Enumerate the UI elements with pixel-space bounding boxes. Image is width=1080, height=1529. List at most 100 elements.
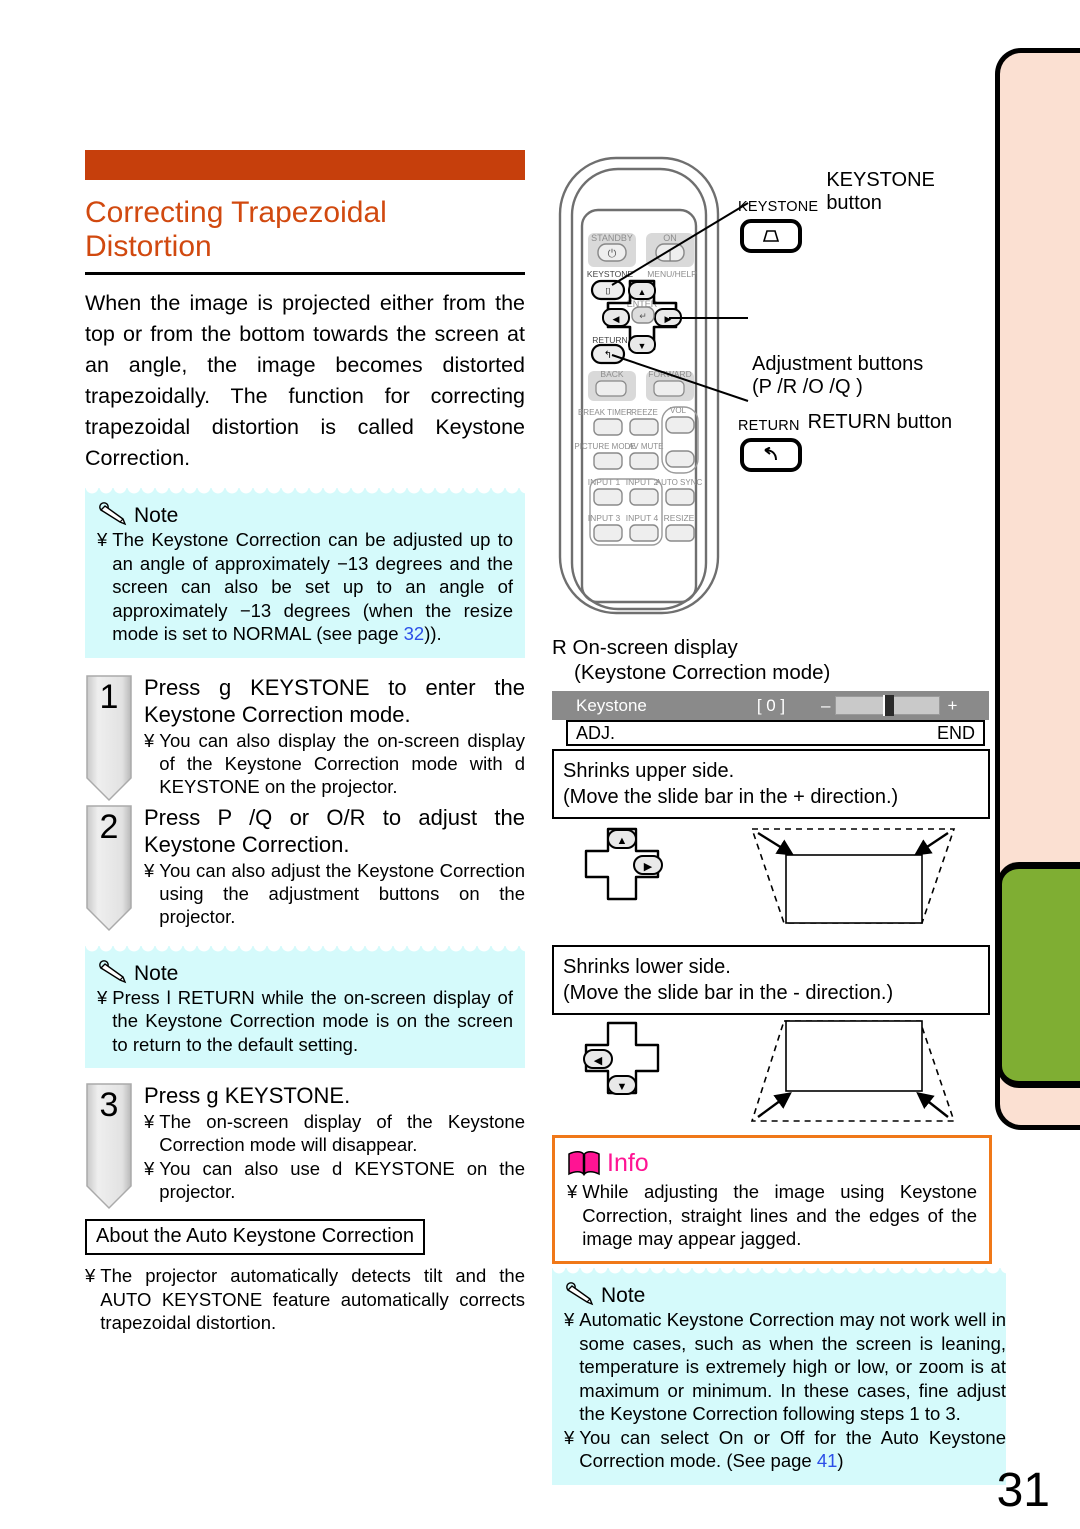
- note-header: Note: [564, 1282, 1006, 1306]
- note-text: Press l RETURN while the on-screen displ…: [112, 986, 513, 1055]
- callout-adjust-line2: (P /R /O /Q ): [752, 376, 863, 398]
- pencil-icon: [566, 1282, 594, 1306]
- callout-keystone: KEYSTONE KEYSTONE button: [738, 169, 992, 253]
- osd-plus-label: +: [947, 695, 958, 715]
- svg-text:◀: ◀: [613, 314, 620, 324]
- callout-keystone-text: KEYSTONE button: [826, 169, 935, 214]
- page-number: 31: [996, 1464, 1050, 1517]
- keystone-glyph-icon: [762, 230, 780, 242]
- bullet-glyph: ¥: [144, 859, 155, 881]
- about-section: About the Auto Keystone Correction ¥ The…: [85, 1219, 525, 1335]
- step-content: Press P /Q or O/R to adjust the Keystone…: [133, 804, 525, 928]
- osd-minus-label: –: [821, 695, 831, 715]
- note-text: You can select On or Off for the Auto Ke…: [579, 1426, 1006, 1472]
- info-header: Info: [567, 1150, 977, 1176]
- osd-head-line2: (Keystone Correction mode): [574, 661, 831, 684]
- osd-adj-row: ADJ. END: [566, 720, 985, 746]
- side-tab-green: [997, 862, 1080, 1088]
- svg-text:↰: ↰: [604, 350, 612, 361]
- dpad-down-icon: ▼: [617, 1081, 628, 1093]
- bullet-glyph: ¥: [564, 1426, 575, 1448]
- callout-return-small: RETURN: [738, 418, 800, 434]
- osd-marker: R: [552, 636, 567, 659]
- osd-slider[interactable]: [835, 695, 941, 716]
- caption-lower-line1: Shrinks lower side.: [563, 956, 731, 978]
- svg-text:↵: ↵: [639, 311, 647, 321]
- svg-text:KEYSTONE: KEYSTONE: [587, 269, 633, 279]
- svg-text:BREAK TIMER: BREAK TIMER: [578, 408, 632, 417]
- svg-text:STANDBY: STANDBY: [591, 233, 633, 243]
- step-number: 2: [99, 807, 119, 846]
- callout-return: RETURN RETURN button: [738, 411, 952, 472]
- osd-head-line1: On-screen display: [572, 636, 738, 659]
- caption-upper: Shrinks upper side. (Move the slide bar …: [552, 749, 990, 819]
- svg-text:INPUT 4: INPUT 4: [626, 513, 659, 523]
- scallop-edge: [85, 487, 525, 498]
- bullet-glyph: ¥: [567, 1181, 578, 1202]
- title-accent-bar: [85, 150, 525, 180]
- caption-upper-line1: Shrinks upper side.: [563, 760, 735, 782]
- svg-text:⌷: ⌷: [605, 286, 610, 296]
- bullet-glyph: ¥: [564, 1309, 575, 1330]
- keystone-button-keycap[interactable]: [740, 219, 802, 253]
- info-box: Info ¥ While adjusting the image using K…: [552, 1135, 992, 1264]
- info-text: While adjusting the image using Keystone…: [582, 1181, 977, 1249]
- svg-text:MENU/HELP: MENU/HELP: [647, 269, 697, 279]
- step-number: 3: [99, 1086, 119, 1124]
- step-sub-text: You can also use d KEYSTONE on the proje…: [159, 1158, 525, 1202]
- osd-bar: Keystone [ 0 ] – +: [552, 691, 989, 720]
- dpad-left-icon: ◀: [594, 1055, 603, 1067]
- step-marker: 3: [85, 1082, 133, 1210]
- osd-heading: R On-screen display (Keystone Correction…: [552, 635, 992, 685]
- return-button-keycap[interactable]: [740, 438, 802, 472]
- step-2: 2 Press P /Q or O/R to adjust the Keysto…: [85, 804, 525, 931]
- caption-upper-line2: (Move the slide bar in the + direction.): [563, 786, 899, 808]
- caption-lower: Shrinks lower side. (Move the slide bar …: [552, 945, 990, 1015]
- callout-adjustment: Adjustment buttons (P /R /O /Q ): [752, 353, 923, 399]
- callout-keystone-small: KEYSTONE: [738, 199, 819, 215]
- osd-slider-thumb[interactable]: [883, 695, 895, 716]
- osd-bar-label: Keystone: [576, 695, 647, 715]
- svg-text:ON: ON: [663, 233, 677, 243]
- svg-text:▼: ▼: [638, 341, 647, 351]
- left-column: Correcting Trapezoidal Distortion When t…: [85, 150, 525, 1335]
- dpad-up-icon: ▲: [617, 835, 628, 847]
- step-sub-bullet: ¥ You can also use d KEYSTONE on the pro…: [144, 1157, 525, 1203]
- note-label: Note: [601, 1284, 646, 1307]
- page-title-line2: Distortion: [85, 230, 212, 263]
- svg-text:▲: ▲: [638, 287, 647, 297]
- note-header: Note: [97, 502, 513, 526]
- caption-lower-line2: (Move the slide bar in the - direction.): [563, 982, 894, 1004]
- page-reference: 32: [403, 623, 425, 644]
- about-text: The projector automatically detects tilt…: [100, 1265, 525, 1333]
- note-bullet: ¥ The Keystone Correction can be adjuste…: [97, 528, 513, 646]
- svg-text:FREEZE: FREEZE: [626, 408, 658, 417]
- page-reference: 41: [816, 1450, 838, 1471]
- callout-return-text: RETURN button: [807, 411, 953, 433]
- bullet-glyph: ¥: [144, 729, 155, 751]
- svg-text:INPUT 3: INPUT 3: [588, 513, 621, 523]
- svg-text:AUTO SYNC: AUTO SYNC: [656, 478, 703, 487]
- note-label: Note: [134, 504, 179, 527]
- right-column: STANDBY ON ⏻ | KEYSTONE MENU/HELP ENTER …: [552, 155, 1006, 1485]
- note-bullet: ¥ You can select On or Off for the Auto …: [564, 1426, 1006, 1473]
- svg-text:BACK: BACK: [600, 369, 623, 379]
- step-sub-text: You can also display the on-screen displ…: [159, 729, 525, 797]
- step-heading: Press g KEYSTONE to enter the Keystone C…: [144, 674, 525, 727]
- callout-adjust-line1: Adjustment buttons: [752, 353, 924, 375]
- title-divider: [85, 272, 525, 275]
- step-heading: Press g KEYSTONE.: [144, 1083, 351, 1108]
- diagram-shrinks-lower: ◀ ▼: [583, 1020, 956, 1122]
- osd-section: R On-screen display (Keystone Correction…: [552, 635, 992, 746]
- bullet-glyph: ¥: [97, 529, 108, 550]
- about-heading: About the Auto Keystone Correction: [85, 1219, 425, 1255]
- svg-text:⏻: ⏻: [608, 248, 617, 260]
- step-marker: 2: [85, 804, 133, 931]
- bullet-glyph: ¥: [97, 986, 108, 1008]
- step-3: 3 Press g KEYSTONE. ¥ The on-screen disp…: [85, 1082, 525, 1210]
- scallop-edge: [552, 1267, 1006, 1278]
- step-heading: Press P /Q or O/R to adjust the Keystone…: [144, 804, 525, 857]
- step-sub-bullet: ¥ The on-screen display of the Keystone …: [144, 1110, 525, 1156]
- svg-text:PICTURE MODE: PICTURE MODE: [574, 442, 635, 451]
- note-text: The Keystone Correction can be adjusted …: [112, 529, 513, 644]
